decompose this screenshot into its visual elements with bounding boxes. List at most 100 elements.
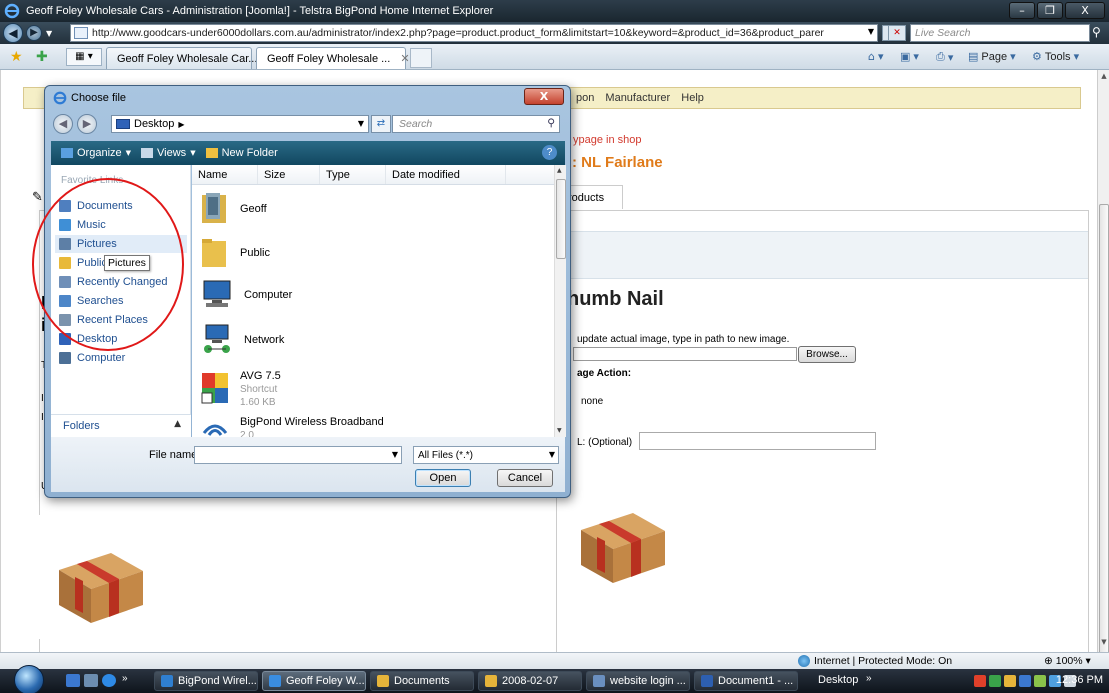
security-zone[interactable]: Internet | Protected Mode: On [798,655,952,667]
address-dropdown-icon[interactable]: ▼ [868,27,874,36]
file-list-scrollbar[interactable]: ▲ ▼ [554,165,566,437]
scroll-thumb[interactable] [1099,204,1109,693]
image-action-none-option[interactable]: none [581,396,603,407]
folders-toggle[interactable]: Folders ▲ [51,414,191,437]
tray-icon[interactable] [974,675,986,687]
dialog-forward-button[interactable]: ▶ [77,114,97,134]
dialog-search-input[interactable]: Search ⚲ [392,115,560,133]
address-url[interactable]: http://www.goodcars-under6000dollars.com… [92,27,852,39]
minimize-button[interactable]: – [1009,2,1035,19]
location-dropdown-icon[interactable]: ▼ [358,119,364,128]
search-icon[interactable]: ⚲ [547,117,555,129]
print-button[interactable]: ⎙ ▾ [936,50,953,64]
open-button[interactable]: Open [415,469,471,487]
tray-icon[interactable] [1004,675,1016,687]
taskbar-button[interactable]: website login ... [586,671,690,691]
file-item-computer[interactable]: Computer [200,279,540,312]
help-icon[interactable]: ? [542,145,557,160]
dialog-location-bar[interactable]: Desktop ▶ ▼ [111,115,369,133]
admin-menu-labels[interactable]: pon Manufacturer Help [576,92,704,104]
switch-windows-icon[interactable] [84,674,98,687]
ie-quicklaunch-icon[interactable] [102,674,116,687]
scroll-down-icon[interactable]: ▼ [1099,638,1109,646]
maximize-button[interactable]: ❐ [1037,2,1063,19]
zoom-level[interactable]: ⊕ 100% ▾ [1044,655,1091,667]
history-dropdown-icon[interactable]: ▼ [46,29,52,38]
page-menu[interactable]: ▤ Page ▾ [968,50,1016,63]
home-button[interactable]: ⌂ ▾ [868,50,884,63]
file-type-select[interactable]: All Files (*.*) ▼ [413,446,559,464]
tab-2[interactable]: Geoff Foley Wholesale ... ✕ [256,47,410,69]
file-item-public[interactable]: Public [200,235,540,272]
new-tab-button[interactable] [410,48,432,68]
chevron-right-icon[interactable]: ▶ [178,120,184,129]
column-header-type[interactable]: Type [320,165,386,184]
dialog-refresh-button[interactable]: ⇄ [371,115,391,133]
tray-icon[interactable] [989,675,1001,687]
page-scrollbar[interactable]: ▲ ▼ [1097,70,1109,693]
tray-icon[interactable] [1034,675,1046,687]
search-icon[interactable]: ⚲ [1092,25,1101,39]
tab-products[interactable]: roducts [563,185,623,209]
organize-button[interactable]: Organize ▼ [61,147,131,159]
file-item-network[interactable]: Network [200,323,540,358]
window-title-bar[interactable]: Geoff Foley Wholesale Cars - Administrat… [0,0,1109,22]
favorites-star-icon[interactable]: ★ [10,49,23,65]
tab-1[interactable]: Geoff Foley Wholesale Car... [106,47,257,69]
file-name-input[interactable]: ▼ [194,446,402,464]
file-type-dropdown-icon[interactable]: ▼ [549,450,555,459]
taskbar-button[interactable]: BigPond Wirel... [154,671,258,691]
tools-menu[interactable]: ⚙ Tools ▾ [1032,50,1079,63]
scroll-down-icon[interactable]: ▼ [557,427,562,434]
column-header-size[interactable]: Size [258,165,320,184]
dialog-close-button[interactable]: X [524,88,564,105]
show-desktop-icon[interactable] [66,674,80,687]
close-tab-icon[interactable]: ✕ [400,52,409,65]
view-in-shop-link[interactable]: ypage in shop [573,134,642,146]
file-list-scroll-thumb[interactable] [556,179,566,259]
taskbar-button[interactable]: 2008-02-07 [478,671,582,691]
favorite-link-computer[interactable]: Computer [55,349,187,367]
file-item-bigpond-wireless-broadband[interactable]: BigPond Wireless Broadband 2.0 [200,415,540,437]
file-name-dropdown-icon[interactable]: ▼ [392,450,398,459]
feeds-button[interactable]: ▣ ▾ [900,50,919,63]
dialog-title-bar[interactable]: Choose file [53,91,126,105]
dialog-back-button[interactable]: ◀ [53,114,73,134]
taskbar-app-icon [161,675,173,687]
new-folder-button[interactable]: New Folder [205,147,278,159]
file-item-avg-7-5[interactable]: AVG 7.5 Shortcut 1.60 KB [200,370,540,409]
image-path-input[interactable] [573,347,797,361]
column-header-date[interactable]: Date modified [386,165,506,184]
clock[interactable]: 12:36 PM [1056,674,1103,686]
views-icon [141,148,154,158]
taskbar-button[interactable]: Document1 - ... [694,671,798,691]
address-bar[interactable]: http://www.goodcars-under6000dollars.com… [70,24,878,42]
desktop-toolbar[interactable]: Desktop [818,674,858,686]
product-thumbnail-image [561,475,685,599]
forward-button[interactable]: ▶ [26,25,42,41]
taskbar-app-icon [593,675,605,687]
scroll-up-icon[interactable]: ▲ [1099,72,1109,80]
quicklaunch-overflow-icon[interactable]: » [122,673,128,684]
column-header-name[interactable]: Name [192,165,258,184]
stop-button[interactable]: ✕ [888,25,906,41]
new-folder-icon [205,148,218,158]
browse-button[interactable]: Browse... [798,346,856,363]
toolbar-overflow-icon[interactable]: » [866,673,872,684]
taskbar-button[interactable]: Geoff Foley W... [262,671,366,691]
start-button[interactable] [14,665,44,693]
cancel-button[interactable]: Cancel [497,469,553,487]
file-name: BigPond Wireless Broadband [240,415,384,428]
tray-icon[interactable] [1019,675,1031,687]
taskbar-app-icon [701,675,713,687]
taskbar-button[interactable]: Documents [370,671,474,691]
views-button[interactable]: Views ▼ [141,147,196,159]
quick-tabs-button[interactable]: ▦ ▾ [66,48,102,66]
close-window-button[interactable]: X [1065,2,1105,19]
file-item-geoff[interactable]: Geoff [200,191,540,228]
scroll-up-icon[interactable]: ▲ [557,167,562,174]
image-url-input[interactable] [639,432,876,450]
live-search-input[interactable]: Live Search [910,24,1090,42]
back-button[interactable]: ◀ [3,23,23,43]
add-favorites-icon[interactable]: ✚ [36,49,48,65]
